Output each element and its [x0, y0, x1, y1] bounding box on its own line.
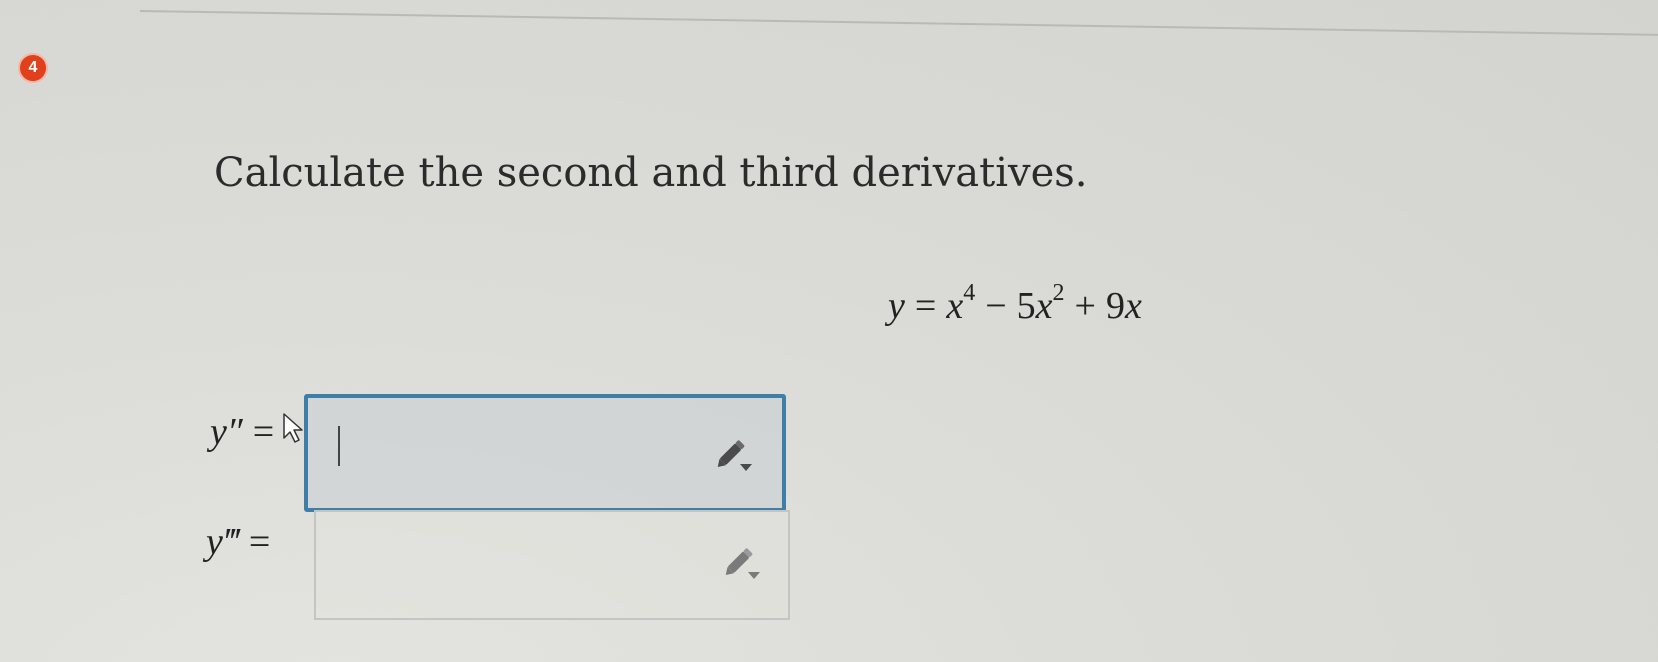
second-derivative-label: y″ = — [210, 410, 274, 454]
equation-term2-var: x — [1035, 285, 1053, 327]
equation-term2-exp: 2 — [1052, 280, 1065, 306]
question-number-badge: 4 — [18, 53, 48, 83]
second-derivative-equals: = — [252, 411, 275, 453]
given-equation: y = x4−5x2 +9x — [888, 281, 1142, 328]
third-derivative-symbol: y‴ — [206, 521, 239, 563]
equation-term3-coef: 9 — [1105, 285, 1125, 327]
equation-op2: + — [1074, 285, 1096, 327]
question-prompt: Calculate the second and third derivativ… — [214, 150, 1088, 196]
third-derivative-label: y‴ = — [206, 520, 270, 564]
equation-term2-coef: 5 — [1016, 285, 1036, 327]
mouse-pointer-icon — [283, 413, 303, 443]
equation-term1-var: x — [946, 285, 964, 327]
second-derivative-input[interactable] — [304, 394, 786, 512]
equation-op1: − — [985, 285, 1007, 327]
second-derivative-symbol: y″ — [210, 411, 243, 453]
top-divider — [139, 10, 1658, 37]
third-derivative-equals: = — [248, 521, 271, 563]
equation-lhs: y — [888, 285, 905, 327]
third-derivative-input[interactable] — [314, 510, 790, 620]
equation-term3-var: x — [1124, 285, 1142, 327]
equation-term1-exp: 4 — [963, 280, 976, 306]
equation-equals: = — [914, 285, 937, 327]
